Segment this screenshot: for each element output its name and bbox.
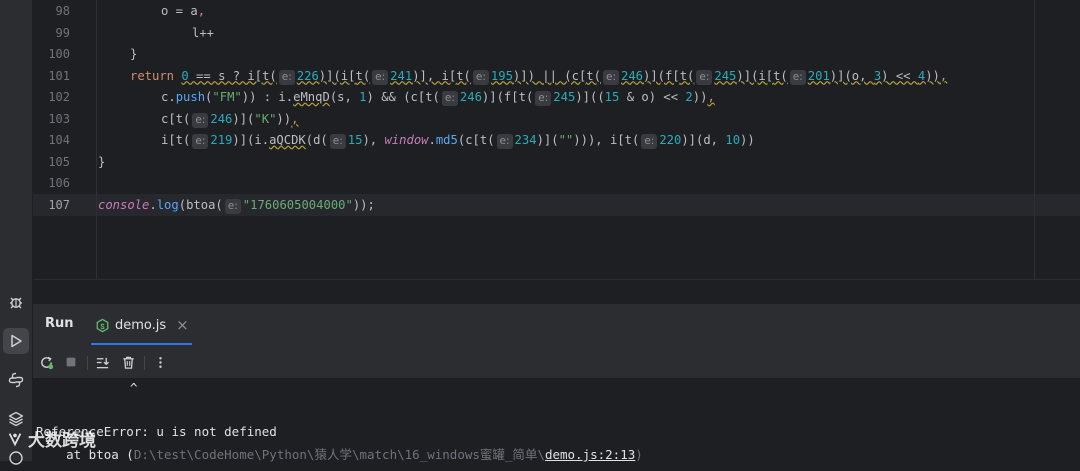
watermark-logo-icon (8, 432, 22, 446)
scroll-to-end-icon[interactable] (91, 351, 113, 373)
code-line-101: return 0 == s ? i[t(e: 226)](i[t(e: 241)],… (130, 68, 948, 85)
line-number: 104 (48, 133, 70, 147)
tool-window-strip (0, 0, 33, 465)
active-tab-indicator (91, 343, 192, 345)
code-line-107: console.log(btoa(e: "1760605004000")); (98, 197, 375, 214)
run-toolbar (33, 348, 1080, 378)
console-output[interactable]: ^ ReferenceError: u is not defined at bt… (33, 378, 1080, 462)
code-line-103: c[t(e: 246)]("K")), (161, 111, 299, 128)
watermark-text: 大数跨境 (28, 431, 96, 451)
run-tab-demo-js[interactable]: demo.js × (95, 314, 189, 336)
toolbar-separator (144, 356, 145, 370)
code-line-99: l++ (192, 25, 215, 40)
right-margin-guide (1034, 0, 1035, 279)
line-number: 98 (55, 4, 70, 18)
stop-icon[interactable] (60, 351, 82, 373)
line-number: 105 (48, 154, 70, 169)
debug-icon[interactable] (3, 289, 29, 315)
nodejs-icon (96, 318, 109, 332)
run-tab-label: demo.js (115, 317, 167, 333)
more-vertical-icon[interactable] (149, 351, 171, 373)
line-gutter: 98 99 100 101 102 103 104 105 106 107 (33, 0, 97, 279)
run-panel-title: Run (45, 316, 74, 331)
line-number: 102 (48, 90, 70, 104)
stack-file-link[interactable]: demo.js:2:13 (545, 447, 635, 462)
toolbar-separator (87, 356, 88, 370)
line-number: 99 (55, 25, 70, 40)
console-stack-line: at btoa (D:\test\CodeHome\Python\猿人学\mat… (36, 447, 643, 462)
line-number: 107 (48, 197, 70, 212)
run-icon[interactable] (3, 328, 29, 354)
code-editor[interactable]: 98 99 100 101 102 103 104 105 106 107 o … (33, 0, 1080, 279)
python-console-icon[interactable] (3, 367, 29, 393)
code-line-98: o = a, (161, 4, 206, 18)
close-icon[interactable]: × (176, 316, 189, 334)
rerun-icon[interactable] (35, 351, 57, 373)
line-number: 101 (48, 68, 70, 83)
line-number: 106 (48, 176, 70, 190)
line-number: 103 (48, 111, 70, 126)
code-line-102: c.push("FM")) : i.eMnqD(s, 1) && (c[t(e:… (161, 90, 715, 106)
editor-horizontal-scroll-area (33, 279, 1080, 304)
line-number: 100 (48, 47, 70, 61)
indent-guide (96, 0, 97, 279)
watermark: 大数跨境 (6, 426, 96, 451)
run-tool-window: Run demo.js × ^ ReferenceError: u is not… (33, 303, 1080, 462)
code-line-100: } (130, 47, 138, 61)
code-line-104: i[t(e: 219)](i.aQCDK(d(e: 15), window.md5(… (161, 133, 755, 149)
console-caret: ^ (130, 380, 138, 395)
code-line-105: } (98, 154, 106, 169)
trash-icon[interactable] (117, 351, 139, 373)
